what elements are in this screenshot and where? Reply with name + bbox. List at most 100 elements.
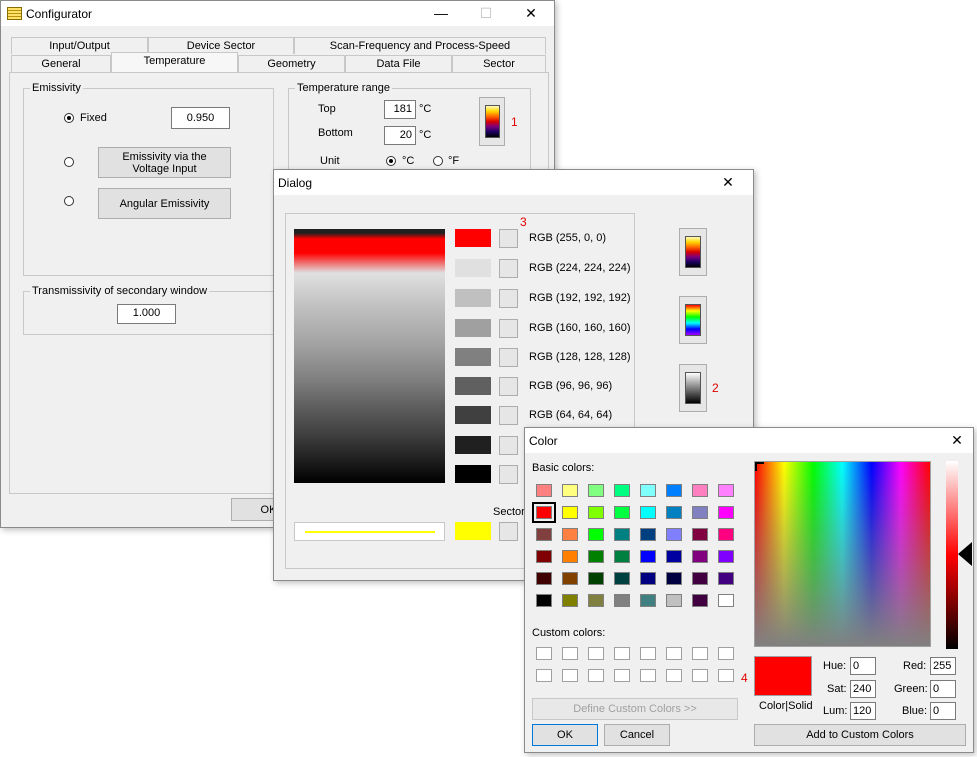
basic-color-cell[interactable]: [666, 506, 682, 519]
palette-color-button[interactable]: [499, 259, 518, 278]
basic-color-cell[interactable]: [692, 550, 708, 563]
basic-color-cell[interactable]: [536, 594, 552, 607]
basic-color-cell[interactable]: [588, 594, 604, 607]
basic-color-cell[interactable]: [692, 572, 708, 585]
hue-input[interactable]: 0: [850, 657, 876, 675]
basic-color-cell[interactable]: [640, 550, 656, 563]
angular-radio[interactable]: [64, 196, 74, 206]
custom-color-cell[interactable]: [588, 647, 604, 660]
sector-color-button[interactable]: [499, 522, 518, 541]
palette-color-button[interactable]: [499, 289, 518, 308]
basic-color-cell[interactable]: [588, 550, 604, 563]
basic-color-cell[interactable]: [718, 550, 734, 563]
basic-color-cell[interactable]: [614, 528, 630, 541]
basic-color-cell[interactable]: [536, 484, 552, 497]
custom-color-cell[interactable]: [718, 669, 734, 682]
basic-color-cell[interactable]: [718, 506, 734, 519]
basic-color-cell[interactable]: [666, 528, 682, 541]
basic-color-cell[interactable]: [614, 484, 630, 497]
minimize-icon[interactable]: —: [419, 1, 463, 26]
basic-color-cell[interactable]: [718, 528, 734, 541]
basic-color-cell[interactable]: [536, 572, 552, 585]
basic-color-cell[interactable]: [640, 506, 656, 519]
basic-color-cell[interactable]: [562, 528, 578, 541]
basic-color-cell[interactable]: [640, 594, 656, 607]
preset-grey-button[interactable]: [679, 364, 707, 412]
custom-color-cell[interactable]: [718, 647, 734, 660]
basic-color-cell[interactable]: [562, 550, 578, 563]
color-ok-button[interactable]: OK: [532, 724, 598, 746]
basic-color-cell[interactable]: [666, 572, 682, 585]
fixed-radio[interactable]: [64, 113, 74, 123]
palette-color-button[interactable]: [499, 319, 518, 338]
custom-color-cell[interactable]: [562, 647, 578, 660]
palette-color-button[interactable]: [499, 348, 518, 367]
luminance-bar[interactable]: [946, 461, 958, 649]
custom-color-cell[interactable]: [536, 647, 552, 660]
emissivity-voltage-button[interactable]: Emissivity via the Voltage Input: [98, 147, 231, 178]
tab-temperature[interactable]: Temperature: [111, 52, 238, 72]
preset-rainbow-button[interactable]: [679, 296, 707, 344]
close-icon[interactable]: ✕: [509, 1, 553, 26]
palette-color-button[interactable]: [499, 436, 518, 455]
color-spectrum[interactable]: [754, 461, 931, 647]
tab-scan-frequency[interactable]: Scan-Frequency and Process-Speed: [294, 37, 546, 54]
palette-color-button[interactable]: [499, 406, 518, 425]
tab-geometry[interactable]: Geometry: [238, 55, 345, 72]
custom-color-cell[interactable]: [640, 669, 656, 682]
custom-color-cell[interactable]: [536, 669, 552, 682]
basic-color-cell[interactable]: [718, 594, 734, 607]
basic-color-cell[interactable]: [562, 594, 578, 607]
fixed-emissivity-input[interactable]: 0.950: [171, 107, 230, 129]
basic-color-cell[interactable]: [666, 550, 682, 563]
custom-color-cell[interactable]: [614, 669, 630, 682]
basic-color-cell[interactable]: [614, 550, 630, 563]
voltage-radio[interactable]: [64, 157, 74, 167]
basic-color-cell[interactable]: [562, 506, 578, 519]
lum-input[interactable]: 120: [850, 702, 876, 720]
red-input[interactable]: 255: [930, 657, 956, 675]
basic-color-cell[interactable]: [718, 484, 734, 497]
palette-color-button[interactable]: [499, 229, 518, 248]
palette-button[interactable]: [479, 97, 505, 146]
basic-color-cell[interactable]: [588, 572, 604, 585]
basic-color-cell[interactable]: [666, 484, 682, 497]
basic-color-cell[interactable]: [640, 528, 656, 541]
palette-color-button[interactable]: [499, 377, 518, 396]
transmissivity-input[interactable]: 1.000: [117, 304, 176, 324]
luminance-arrow-icon[interactable]: [958, 542, 972, 566]
basic-color-cell[interactable]: [692, 484, 708, 497]
preset-iron-button[interactable]: [679, 228, 707, 276]
basic-color-cell[interactable]: [588, 506, 604, 519]
blue-input[interactable]: 0: [930, 702, 956, 720]
custom-color-cell[interactable]: [666, 669, 682, 682]
green-input[interactable]: 0: [930, 680, 956, 698]
palette-color-button[interactable]: [499, 465, 518, 484]
maximize-icon[interactable]: ☐: [464, 1, 508, 26]
basic-color-cell[interactable]: [640, 484, 656, 497]
basic-color-cell[interactable]: [614, 506, 630, 519]
basic-color-cell[interactable]: [666, 594, 682, 607]
basic-color-cell[interactable]: [562, 484, 578, 497]
angular-emissivity-button[interactable]: Angular Emissivity: [98, 188, 231, 219]
custom-color-cell[interactable]: [666, 647, 682, 660]
custom-color-cell[interactable]: [614, 647, 630, 660]
basic-color-cell[interactable]: [692, 594, 708, 607]
basic-color-cell[interactable]: [718, 572, 734, 585]
basic-color-cell[interactable]: [614, 594, 630, 607]
custom-color-cell[interactable]: [562, 669, 578, 682]
tab-general[interactable]: General: [11, 55, 111, 72]
basic-color-cell[interactable]: [532, 502, 556, 523]
unit-c-radio[interactable]: [386, 156, 396, 166]
basic-color-cell[interactable]: [536, 528, 552, 541]
basic-color-cell[interactable]: [692, 506, 708, 519]
basic-color-cell[interactable]: [692, 528, 708, 541]
color-cancel-button[interactable]: Cancel: [604, 724, 670, 746]
unit-f-radio[interactable]: [433, 156, 443, 166]
dialog-close-icon[interactable]: ✕: [706, 170, 750, 195]
basic-color-cell[interactable]: [640, 572, 656, 585]
custom-color-cell[interactable]: [692, 669, 708, 682]
color-close-icon[interactable]: ✕: [935, 428, 977, 453]
top-temp-input[interactable]: 181: [384, 100, 416, 119]
custom-color-cell[interactable]: [588, 669, 604, 682]
